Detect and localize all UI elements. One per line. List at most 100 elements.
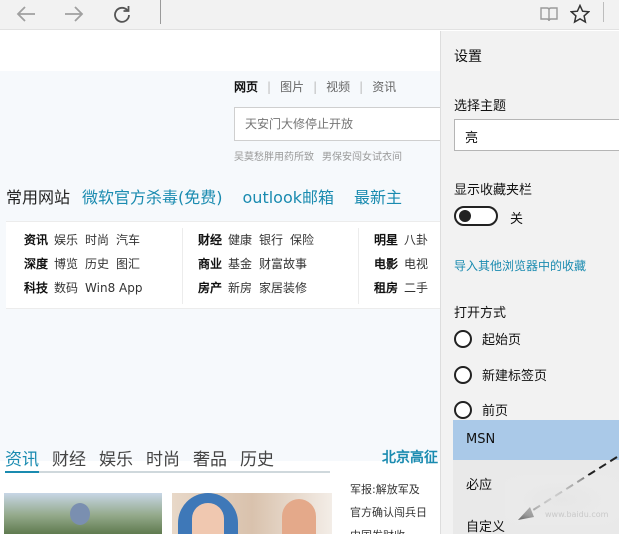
side-news-list: 军报:解放军及 官方确认闯兵日 中国发财收 (350, 478, 440, 534)
toggle-knob (459, 210, 471, 222)
search-input[interactable] (235, 108, 453, 140)
category-link[interactable]: 电视 (404, 257, 428, 271)
reading-view-button[interactable] (535, 0, 563, 28)
category-link[interactable]: 八卦 (404, 233, 428, 247)
star-icon (570, 4, 590, 24)
theme-select[interactable]: 亮 (454, 119, 619, 151)
category-link[interactable]: 汽车 (116, 233, 140, 247)
news-tabs: 资讯 财经 娱乐 时尚 奢品 历史 (5, 445, 287, 470)
news-photo[interactable] (4, 493, 162, 534)
category-link[interactable]: 二手 (404, 281, 428, 295)
news-tab[interactable]: 历史 (240, 450, 274, 470)
category-link[interactable]: 保险 (290, 233, 314, 247)
search-tab-video[interactable]: 视频 (326, 78, 350, 95)
category-row: 租房 二手 (374, 276, 435, 300)
news-photo[interactable] (172, 493, 332, 534)
news-tab[interactable]: 财经 (52, 450, 86, 470)
category-column: 资讯 娱乐 时尚 汽车 深度 博览 历史 图汇 科技 数码 Win8 App (24, 228, 149, 300)
category-link[interactable]: 数码 (54, 281, 78, 295)
radio-label: 起始页 (482, 333, 522, 348)
category-column: 明星 八卦 电影 电视 租房 二手 (374, 228, 435, 300)
category-link[interactable]: Win8 App (85, 281, 142, 295)
photo-face (192, 503, 224, 534)
search-tab-images[interactable]: 图片 (280, 78, 304, 95)
category-link[interactable]: 博览 (54, 257, 78, 271)
category-head[interactable]: 明星 (374, 233, 398, 247)
category-link[interactable]: 银行 (259, 233, 283, 247)
hot-words: 吴莫愁胖用药所致 男保安闯女试衣间 (234, 148, 410, 163)
news-tab[interactable]: 奢品 (193, 450, 227, 470)
radio-label: 前页 (482, 404, 509, 419)
radio-circle[interactable] (454, 365, 472, 384)
category-row: 深度 博览 历史 图汇 (24, 252, 149, 276)
category-link[interactable]: 时尚 (85, 233, 109, 247)
browser-toolbar (0, 0, 619, 30)
category-head[interactable]: 财经 (198, 233, 222, 247)
news-tab[interactable]: 娱乐 (99, 450, 133, 470)
open-option-start-page[interactable]: 起始页 (454, 329, 521, 348)
city-news-title[interactable]: 北京高征 (382, 447, 438, 467)
search-tab-news[interactable]: 资讯 (372, 78, 396, 95)
category-row: 资讯 娱乐 时尚 汽车 (24, 228, 149, 252)
favorites-bar-toggle[interactable] (454, 206, 498, 226)
radio-circle[interactable] (454, 329, 472, 348)
radio-circle[interactable] (454, 400, 472, 419)
category-head[interactable]: 资讯 (24, 233, 48, 247)
open-with-label: 打开方式 (454, 306, 507, 321)
photo-person (70, 503, 90, 525)
category-grid: 资讯 娱乐 时尚 汽车 深度 博览 历史 图汇 科技 数码 Win8 App 财经 健康 银行 保险 … (6, 221, 446, 309)
favorites-bar-label: 显示收藏夹栏 (454, 183, 533, 198)
search-box (234, 107, 454, 141)
category-head[interactable]: 电影 (374, 257, 398, 271)
side-news-item[interactable]: 官方确认闯兵日 (350, 501, 440, 524)
back-button[interactable] (12, 0, 40, 28)
category-link[interactable]: 财富故事 (259, 257, 307, 271)
category-row: 商业 基金 财富故事 (198, 252, 321, 276)
common-sites-row: 常用网站 微软官方杀毒(免费) outlook邮箱 最新主 (6, 184, 422, 208)
category-head[interactable]: 深度 (24, 257, 48, 271)
news-tab[interactable]: 资讯 (5, 450, 39, 470)
category-row: 科技 数码 Win8 App (24, 276, 149, 300)
toolbar-divider (603, 2, 604, 22)
category-link[interactable]: 基金 (228, 257, 252, 271)
import-favorites-link[interactable]: 导入其他浏览器中的收藏 (454, 257, 586, 274)
category-row: 电影 电视 (374, 252, 435, 276)
common-site-link[interactable]: 最新主 (354, 188, 402, 207)
news-tab[interactable]: 时尚 (146, 450, 180, 470)
search-tab-web[interactable]: 网页 (234, 78, 258, 95)
hot-word-link[interactable]: 吴莫愁胖用药所致 (234, 152, 314, 163)
book-icon (540, 7, 558, 22)
hot-word-link[interactable]: 男保安闯女试衣间 (322, 152, 402, 163)
category-link[interactable]: 历史 (85, 257, 109, 271)
common-sites-label: 常用网站 (6, 188, 71, 207)
category-link[interactable]: 新房 (228, 281, 252, 295)
refresh-button[interactable] (108, 0, 136, 28)
news-tab-active-indicator (5, 471, 39, 473)
open-option-previous[interactable]: 前页 (454, 400, 508, 419)
favorite-button[interactable] (566, 0, 594, 28)
forward-button[interactable] (60, 0, 88, 28)
theme-label: 选择主题 (454, 99, 507, 114)
common-site-link[interactable]: outlook邮箱 (243, 188, 335, 207)
category-link[interactable]: 娱乐 (54, 233, 78, 247)
watermark: www.baidu.com (545, 510, 609, 519)
category-link[interactable]: 健康 (228, 233, 252, 247)
category-head[interactable]: 商业 (198, 257, 222, 271)
address-bar-divider (160, 0, 161, 24)
favorites-bar-state: 关 (510, 212, 524, 227)
side-news-item[interactable]: 中国发财收 (350, 524, 440, 534)
search-tabs: 网页 | 图片 | 视频 | 资讯 (234, 78, 397, 95)
category-head[interactable]: 科技 (24, 281, 48, 295)
arrow-left-icon (16, 6, 35, 22)
category-link[interactable]: 图汇 (116, 257, 140, 271)
category-link[interactable]: 家居装修 (259, 281, 307, 295)
category-head[interactable]: 房产 (198, 281, 222, 295)
dropdown-option-msn[interactable]: MSN (453, 420, 619, 460)
news-tabs-underline (5, 471, 330, 473)
open-option-new-tab[interactable]: 新建标签页 (454, 365, 547, 384)
category-row: 财经 健康 银行 保险 (198, 228, 321, 252)
common-site-link[interactable]: 微软官方杀毒(免费) (82, 188, 223, 207)
side-news-item[interactable]: 军报:解放军及 (350, 478, 440, 501)
category-head[interactable]: 租房 (374, 281, 398, 295)
category-column: 财经 健康 银行 保险 商业 基金 财富故事 房产 新房 家居装修 (198, 228, 321, 300)
